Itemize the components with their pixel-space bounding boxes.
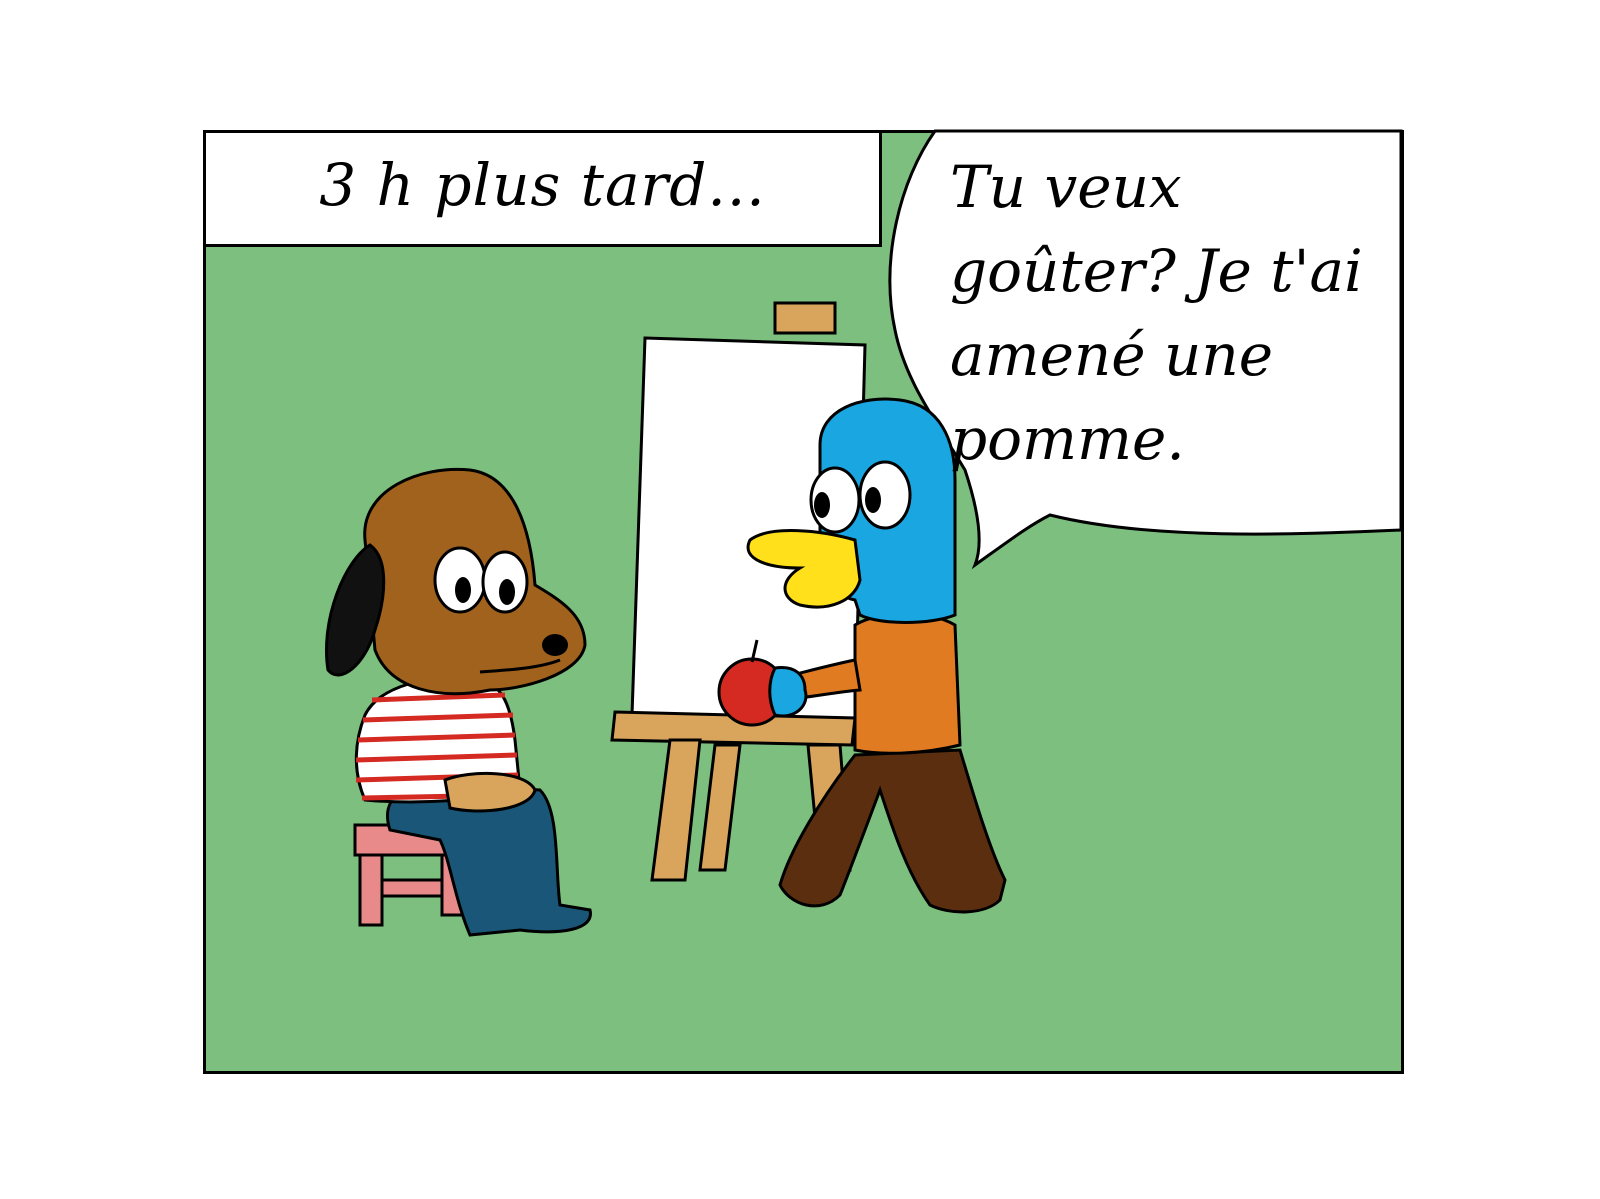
speech-bubble-text: Tu veux goûter? Je t'ai amené une pomme.: [950, 153, 1363, 473]
dog-ear: [325, 543, 386, 677]
caption-text: 3 h plus tard...: [319, 151, 766, 219]
dog-nose: [542, 634, 568, 656]
duck-hand: [768, 665, 808, 718]
duck-shirt: [853, 612, 962, 755]
caption-box: 3 h plus tard...: [206, 133, 882, 247]
